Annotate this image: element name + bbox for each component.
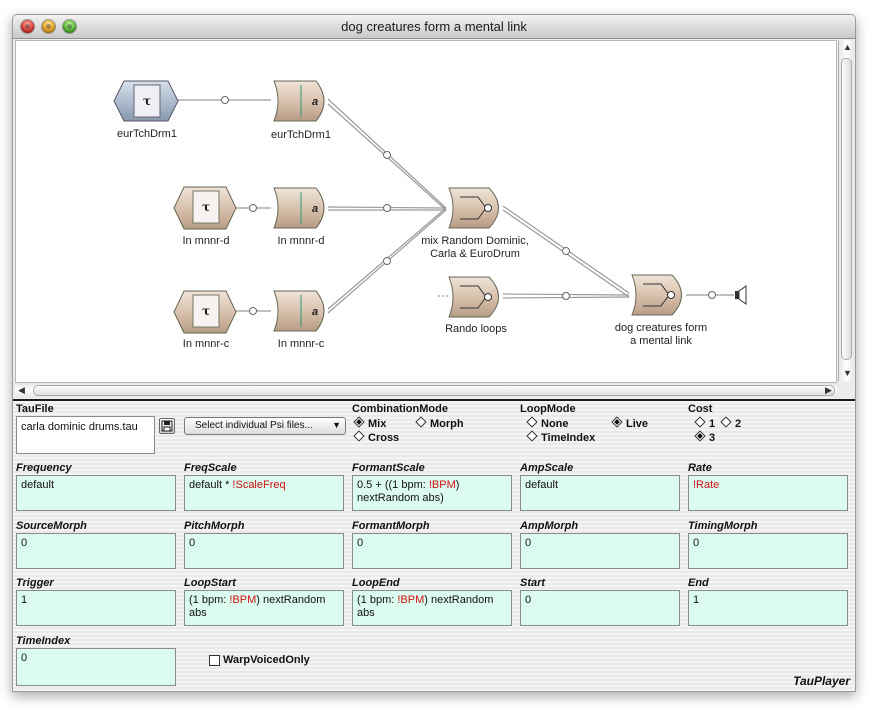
scroll-up-icon[interactable]: ▲ <box>843 42 852 52</box>
scroll-right-icon[interactable]: ▶ <box>825 385 832 395</box>
svg-text:a: a <box>312 96 318 108</box>
svg-text:a: a <box>312 306 318 318</box>
rate-field[interactable]: !Rate <box>688 475 848 511</box>
node-label: In mnnr-d <box>182 235 230 247</box>
node-label: eurTchDrm1 <box>271 129 331 141</box>
radio-mix[interactable]: Mix <box>353 416 386 430</box>
loopstart-label: LoopStart <box>184 577 236 589</box>
frequency-field[interactable]: default <box>16 475 176 511</box>
vertical-scroll-thumb[interactable] <box>841 58 852 360</box>
loopend-field[interactable]: (1 bpm: !BPM) nextRandom abs <box>352 590 512 626</box>
start-label: Start <box>520 577 546 589</box>
scroll-down-icon[interactable]: ▼ <box>843 368 852 378</box>
analysis-node-mnnr-c[interactable]: a <box>273 290 325 332</box>
svg-text:τ: τ <box>202 200 210 214</box>
ampscale-label: AmpScale <box>520 462 574 474</box>
trigger-label: Trigger <box>16 577 54 589</box>
ampscale-field[interactable]: default <box>520 475 680 511</box>
ampmorph-label: AmpMorph <box>520 520 579 532</box>
loop-mode-label: LoopMode <box>520 403 576 415</box>
psi-files-popup-label: Select individual Psi files... <box>195 420 313 431</box>
svg-text:a: a <box>312 203 318 215</box>
formantscale-field[interactable]: 0.5 + ((1 bpm: !BPM) nextRandom abs) <box>352 475 512 511</box>
timeindex-label: TimeIndex <box>16 635 71 647</box>
end-label: End <box>688 577 709 589</box>
analysis-node-mnnr-d[interactable]: a <box>273 187 325 229</box>
window-title: dog creatures form a mental link <box>341 19 527 34</box>
formantmorph-field[interactable]: 0 <box>352 533 512 569</box>
floppy-disk-icon <box>161 420 173 432</box>
radio-live[interactable]: Live <box>611 416 648 430</box>
psi-files-popup[interactable]: Select individual Psi files... ▼ <box>184 417 346 435</box>
combination-mode-label: CombinationMode <box>352 403 448 415</box>
node-label: In mnnr-c <box>277 338 325 350</box>
pitchmorph-field[interactable]: 0 <box>184 533 344 569</box>
radio-morph[interactable]: Morph <box>415 416 464 430</box>
chevron-down-icon: ▼ <box>332 420 341 430</box>
main-window: dog creatures form a mental link τ τ τ a… <box>12 14 856 692</box>
horizontal-scrollbar[interactable]: ◀ ▶ <box>15 382 837 397</box>
node-label: mix Random Dominic, Carla & EuroDrum <box>421 235 529 260</box>
vertical-scrollbar[interactable]: ▲ ▼ <box>838 40 854 381</box>
mixer-node-rando-loops[interactable] <box>448 276 499 318</box>
timingmorph-field[interactable]: 0 <box>688 533 848 569</box>
source-node-eurtchdrm1[interactable]: τ <box>113 80 179 122</box>
radio-timeindex[interactable]: TimeIndex <box>526 430 595 444</box>
timeindex-field[interactable]: 0 <box>16 648 176 686</box>
node-label: dog creatures form a mental link <box>614 322 708 347</box>
speaker-output-icon[interactable] <box>735 285 747 305</box>
rate-label: Rate <box>688 462 712 474</box>
formantscale-label: FormantScale <box>352 462 425 474</box>
taufile-label: TauFile <box>16 403 54 415</box>
timingmorph-label: TimingMorph <box>688 520 758 532</box>
loopstart-field[interactable]: (1 bpm: !BPM) nextRandom abs <box>184 590 344 626</box>
loopend-label: LoopEnd <box>352 577 400 589</box>
cost-label: Cost <box>688 403 713 415</box>
mixer-node-mix-random[interactable] <box>448 187 499 229</box>
warp-voiced-only-label: WarpVoicedOnly <box>223 654 310 666</box>
node-label: In mnnr-c <box>182 338 230 350</box>
start-field[interactable]: 0 <box>520 590 680 626</box>
signal-flow-canvas[interactable]: τ τ τ a a a eurTchDrm1 eurTchDrm1 In mnn… <box>15 40 837 383</box>
analysis-node-eurtchdrm1[interactable]: a <box>273 80 325 122</box>
save-file-button[interactable] <box>159 418 175 434</box>
sourcemorph-field[interactable]: 0 <box>16 533 176 569</box>
mixer-node-output[interactable] <box>631 274 682 316</box>
warp-voiced-only-checkbox[interactable] <box>209 655 220 666</box>
scroll-left-icon[interactable]: ◀ <box>18 385 25 395</box>
node-label: In mnnr-d <box>277 235 325 247</box>
horizontal-scroll-thumb[interactable] <box>33 385 835 396</box>
app-brand: TauPlayer <box>793 674 850 688</box>
formantmorph-label: FormantMorph <box>352 520 430 532</box>
svg-text:τ: τ <box>143 94 151 108</box>
freqscale-label: FreqScale <box>184 462 237 474</box>
radio-cost-2[interactable]: 2 <box>720 416 741 430</box>
source-node-mnnr-c[interactable]: τ <box>173 290 237 334</box>
radio-cross[interactable]: Cross <box>353 430 399 444</box>
taufile-field[interactable]: carla dominic drums.tau <box>16 416 155 454</box>
node-label: Rando loops <box>445 323 507 335</box>
frequency-label: Frequency <box>16 462 72 474</box>
source-node-mnnr-d[interactable]: τ <box>173 186 237 230</box>
pitchmorph-label: PitchMorph <box>184 520 245 532</box>
svg-text:τ: τ <box>202 304 210 318</box>
freqscale-field[interactable]: default * !ScaleFreq <box>184 475 344 511</box>
end-field[interactable]: 1 <box>688 590 848 626</box>
radio-none[interactable]: None <box>526 416 569 430</box>
sourcemorph-label: SourceMorph <box>16 520 87 532</box>
node-label: eurTchDrm1 <box>117 128 177 140</box>
trigger-field[interactable]: 1 <box>16 590 176 626</box>
radio-cost-3[interactable]: 3 <box>694 430 715 444</box>
title-bar[interactable]: dog creatures form a mental link <box>13 15 855 39</box>
ampmorph-field[interactable]: 0 <box>520 533 680 569</box>
radio-cost-1[interactable]: 1 <box>694 416 715 430</box>
